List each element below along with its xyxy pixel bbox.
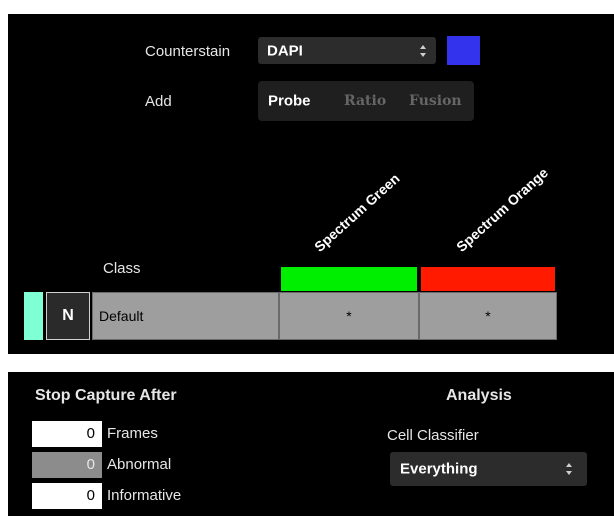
class-normal-button[interactable]: N bbox=[46, 292, 90, 340]
add-fusion-button[interactable]: Fusion bbox=[409, 93, 462, 109]
frames-label: Frames bbox=[107, 425, 158, 442]
class-name: Default bbox=[99, 308, 144, 324]
informative-input[interactable]: 0 bbox=[32, 483, 102, 509]
section-divider bbox=[0, 354, 614, 372]
analysis-title: Analysis bbox=[446, 387, 512, 404]
frames-input[interactable]: 0 bbox=[32, 421, 102, 447]
abnormal-input: 0 bbox=[32, 452, 102, 478]
probe-color-bar-green bbox=[281, 267, 417, 291]
probe-value-cell-orange[interactable]: * bbox=[419, 292, 557, 340]
abnormal-label: Abnormal bbox=[107, 456, 172, 473]
cell-classifier-label: Cell Classifier bbox=[387, 427, 479, 444]
counterstain-value: DAPI bbox=[267, 42, 303, 59]
add-ratio-button[interactable]: Ratio bbox=[344, 93, 386, 109]
probe-value-cell-green[interactable]: * bbox=[279, 292, 419, 340]
add-segmented-control: Probe Ratio Fusion bbox=[258, 81, 474, 121]
class-column-header: Class bbox=[103, 260, 141, 277]
class-name-cell[interactable]: Default bbox=[92, 292, 279, 340]
cell-classifier-value: Everything bbox=[400, 460, 478, 478]
probe-color-bar-orange bbox=[421, 267, 555, 291]
updown-chevron-icon bbox=[565, 462, 573, 476]
counterstain-select[interactable]: DAPI bbox=[258, 37, 436, 64]
informative-label: Informative bbox=[107, 487, 182, 504]
add-label: Add bbox=[145, 93, 172, 110]
probe-value: * bbox=[346, 308, 352, 324]
counterstain-label: Counterstain bbox=[145, 43, 231, 60]
add-probe-button[interactable]: Probe bbox=[268, 93, 311, 110]
probe-value: * bbox=[485, 308, 491, 324]
counterstain-color-swatch[interactable] bbox=[447, 36, 480, 65]
stop-capture-title: Stop Capture After bbox=[35, 387, 177, 404]
class-color-swatch[interactable] bbox=[24, 292, 43, 340]
cell-classifier-select[interactable]: Everything bbox=[390, 452, 587, 486]
updown-chevron-icon bbox=[419, 44, 427, 58]
